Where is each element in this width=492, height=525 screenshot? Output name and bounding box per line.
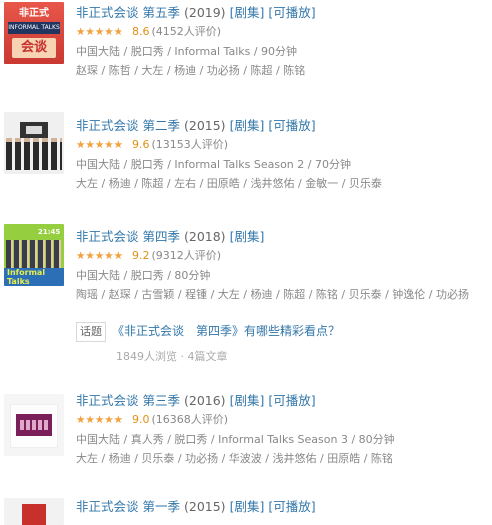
rating-score: 9.0 [132, 413, 150, 426]
rating-stars: ★★★★★ ★★★★★ [76, 250, 124, 262]
result-title[interactable]: 非正式会谈 第五季 [76, 5, 180, 20]
meta-info: 中国大陆 / 脱口秀 / Informal Talks / 90分钟 [76, 45, 298, 58]
tag-playable[interactable]: [可播放] [268, 118, 315, 133]
result-year: (2015) [183, 118, 226, 133]
related-topic: 话题 《非正式会谈 第四季》有哪些精彩看点？ 1849人浏览 · 4篇文章 [76, 320, 476, 364]
cast-list: 陶瑶 / 赵琛 / 古雪颖 / 程锺 / 大左 / 杨迪 / 陈超 / 陈铭 /… [76, 288, 469, 301]
rating-stars: ★★★★★ ★★★★★ [76, 414, 124, 426]
poster-image[interactable]: 21:45 Informal Talks [4, 224, 64, 286]
rating-stars: ★★★★★ ★★★★★ [76, 26, 124, 38]
topic-title[interactable]: 《非正式会谈 第四季》有哪些精彩看点？ [112, 324, 340, 338]
result-title[interactable]: 非正式会谈 第四季 [76, 229, 180, 244]
rating: ★★★★★ ★★★★★ 8.6 (4152人评价) [76, 22, 488, 42]
tag-series[interactable]: [剧集] [230, 499, 265, 514]
rating-score: 9.2 [132, 249, 150, 262]
result-year: (2015) [183, 499, 226, 514]
poster-logo-subtext: INFORMAL TALKS [8, 22, 60, 34]
poster-logo-text-2: Talks [7, 277, 30, 286]
poster-image[interactable] [4, 394, 64, 456]
poster-board [20, 122, 48, 138]
poster-people [6, 142, 62, 170]
rating: ★★★★★ ★★★★★ 9.6 (13153人评价) [76, 135, 488, 155]
tag-series[interactable]: [剧集] [230, 5, 265, 20]
cast-list: 赵琛 / 陈哲 / 大左 / 杨迪 / 功必扬 / 陈超 / 陈铭 [76, 64, 306, 77]
result-year: (2019) [183, 5, 226, 20]
result-title[interactable]: 非正式会谈 第一季 [76, 499, 180, 514]
cast-list: 大左 / 杨迪 / 贝乐泰 / 功必扬 / 华波波 / 浅井悠佑 / 田原皓 /… [76, 452, 393, 465]
rating: ★★★★★ ★★★★★ 9.0 (16368人评价) [76, 410, 488, 430]
result-year: (2018) [183, 229, 226, 244]
tag-playable[interactable]: [可播放] [268, 5, 315, 20]
poster-logo [22, 504, 46, 525]
tag-playable[interactable]: [可播放] [268, 393, 315, 408]
poster-logo-text: Informal [7, 268, 46, 277]
topic-badge[interactable]: 话题 [76, 322, 106, 342]
tag-series[interactable]: [剧集] [230, 118, 265, 133]
poster-image[interactable]: 非正式 INFORMAL TALKS 会谈 [4, 2, 64, 64]
meta-info: 中国大陆 / 真人秀 / 脱口秀 / Informal Talks Season… [76, 433, 395, 446]
result-title[interactable]: 非正式会谈 第二季 [76, 118, 180, 133]
rating-votes: (13153人评价) [151, 138, 229, 151]
result-year: (2016) [183, 393, 226, 408]
poster-title-art [16, 414, 52, 436]
poster-logo-band: Informal Talks [4, 268, 64, 286]
rating-votes: (4152人评价) [151, 25, 222, 38]
result-title[interactable]: 非正式会谈 第三季 [76, 393, 180, 408]
rating-score: 9.6 [132, 138, 150, 151]
poster-time-text: 21:45 [38, 228, 61, 236]
rating: ★★★★★ ★★★★★ 9.2 (9312人评价) [76, 246, 488, 266]
poster-image[interactable] [4, 498, 64, 525]
cast-list: 大左 / 杨迪 / 陈超 / 左右 / 田原皓 / 浅井悠佑 / 金敏一 / 贝… [76, 177, 382, 190]
meta-info: 中国大陆 / 脱口秀 / 80分钟 [76, 269, 211, 282]
rating-stars: ★★★★★ ★★★★★ [76, 139, 124, 151]
rating-votes: (16368人评价) [151, 413, 229, 426]
rating-score: 8.6 [132, 25, 150, 38]
tag-series[interactable]: [剧集] [230, 393, 265, 408]
poster-logo-text: 非正式 [19, 8, 49, 19]
tag-playable[interactable]: [可播放] [268, 499, 315, 514]
poster-image[interactable] [4, 112, 64, 174]
tag-series[interactable]: [剧集] [230, 229, 265, 244]
meta-info: 中国大陆 / 脱口秀 / Informal Talks Season 2 / 7… [76, 158, 351, 171]
poster-people [6, 240, 62, 268]
topic-stats: 1849人浏览 · 4篇文章 [116, 350, 228, 363]
poster-logo-text-2: 会谈 [12, 38, 56, 58]
rating-votes: (9312人评价) [151, 249, 222, 262]
